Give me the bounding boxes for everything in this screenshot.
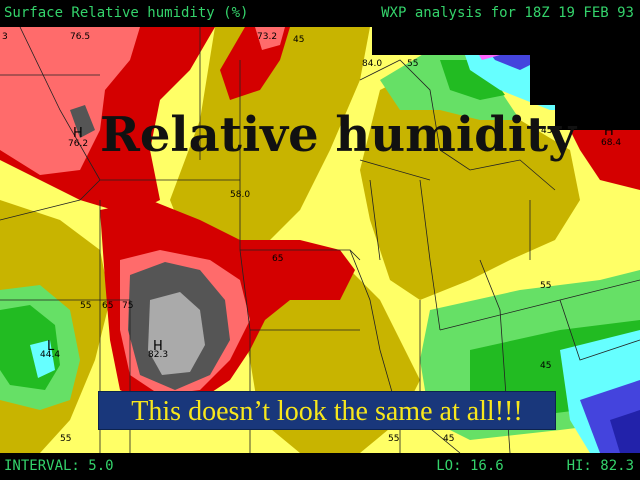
label-55-west: 55 <box>80 301 91 311</box>
label-82-3: 82.3 <box>148 350 168 360</box>
label-75-west: 75 <box>122 301 133 311</box>
label-55-southwest: 55 <box>60 434 71 444</box>
label-44-4: 44.4 <box>40 350 60 360</box>
footer-bar: INTERVAL: 5.0 LO: 16.6 HI: 82.3 <box>0 453 640 480</box>
overlay-banner-text: This doesn’t look the same at all!!! <box>131 396 523 427</box>
analysis-time: WXP analysis for 18Z 19 FEB 93 <box>381 5 634 21</box>
label-76-5: 76.5 <box>70 32 90 42</box>
range-readout: LO: 16.6 HI: 82.3 <box>436 453 634 480</box>
label-55-east: 55 <box>540 281 551 291</box>
map-panel: 76.5 73.2 84.0 H 76.2 58.0 65 55 65 75 5… <box>0 27 640 453</box>
low-value: LO: 16.6 <box>436 458 504 474</box>
label-58-0: 58.0 <box>230 190 250 200</box>
header-bar: Surface Relative humidity (%) WXP analys… <box>0 0 640 27</box>
overlay-banner: This doesn’t look the same at all!!! <box>98 391 556 430</box>
label-55-north: 55 <box>407 59 418 69</box>
humidity-map: 76.5 73.2 84.0 H 76.2 58.0 65 55 65 75 5… <box>0 27 640 453</box>
high-value: HI: 82.3 <box>566 458 634 474</box>
label-65-west: 65 <box>102 301 113 311</box>
contour-interval: INTERVAL: 5.0 <box>4 458 114 474</box>
label-45-southeast: 45 <box>540 361 551 371</box>
label-45-south: 45 <box>443 434 454 444</box>
masked-region-top <box>372 27 640 55</box>
map-title: Surface Relative humidity (%) <box>4 5 249 21</box>
label-65-center: 65 <box>272 254 283 264</box>
overlay-title: Relative humidity <box>100 107 576 163</box>
label-84-0: 84.0 <box>362 59 382 69</box>
label-68-4: 68.4 <box>601 138 621 148</box>
label-76-2: 76.2 <box>68 139 88 149</box>
label-55-south: 55 <box>388 434 399 444</box>
high-marker-east: H <box>604 124 614 139</box>
masked-region-right <box>530 55 640 105</box>
label-45-north: 45 <box>293 35 304 45</box>
label-73-2: 73.2 <box>257 32 277 42</box>
label-3-edge: 3 <box>2 32 8 42</box>
